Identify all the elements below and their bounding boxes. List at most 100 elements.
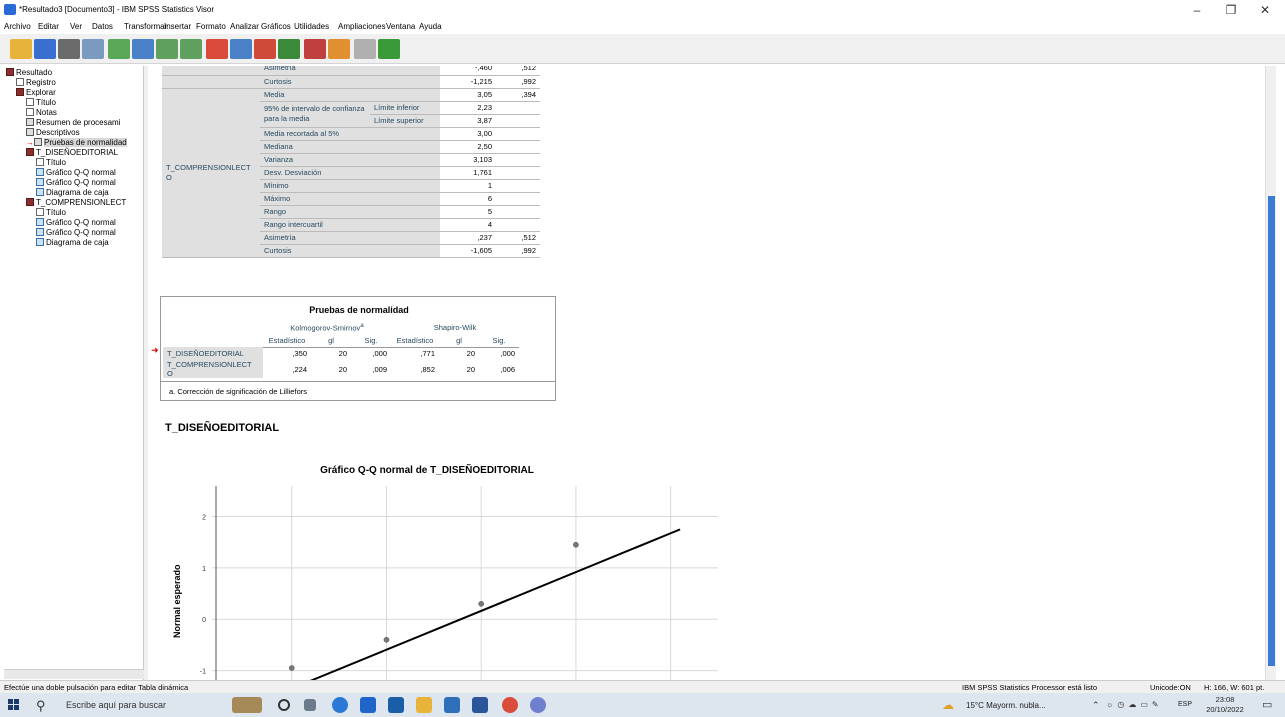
qq-point xyxy=(573,541,579,548)
std-error xyxy=(496,114,540,128)
output-navigator[interactable]: Resultado Registro Explorar Título Notas Resu… xyxy=(4,66,144,680)
qq-plot-chart[interactable]: Gráfico Q-Q normal de T_DISEÑOEDITORIAL 2… xyxy=(162,456,722,680)
tray-overflow-icon[interactable]: ⌃ xyxy=(1092,700,1100,711)
store-icon[interactable] xyxy=(388,697,404,713)
goto-variable-icon[interactable] xyxy=(254,39,276,59)
menu-2[interactable]: Ver xyxy=(70,22,82,31)
disabled-tool-icon[interactable] xyxy=(354,39,376,59)
std-error: ,992 xyxy=(496,75,540,89)
weather-text[interactable]: 15°C Mayorm. nubla... xyxy=(966,701,1046,710)
create-new-icon[interactable] xyxy=(378,39,400,59)
std-error xyxy=(496,179,540,193)
qq-point xyxy=(478,600,485,607)
menu-9[interactable]: Utilidades xyxy=(294,22,329,31)
file-explorer-icon[interactable] xyxy=(416,697,432,713)
taskbar-search-box[interactable]: Escribe aquí para buscar xyxy=(66,700,166,710)
nav-item-7[interactable]: → Pruebas de normalidad xyxy=(26,138,127,148)
chrome-icon[interactable] xyxy=(502,697,518,713)
system-tray-icons[interactable]: ☼◷☁▭✎ xyxy=(1106,700,1176,710)
scrollbar-thumb[interactable] xyxy=(1268,196,1275,666)
menu-12[interactable]: Ayuda xyxy=(419,22,442,31)
menu-bar: Archivo Editar Ver Datos Transformar Insertar… xyxy=(0,20,1285,34)
nav-item-17[interactable]: Diagrama de caja xyxy=(36,238,109,248)
menu-11[interactable]: Ventana xyxy=(386,22,415,31)
maximize-button[interactable]: ❐ xyxy=(1214,2,1248,18)
nav-item-5[interactable]: Resumen de procesami xyxy=(26,118,120,128)
test-value: 20 xyxy=(466,349,475,359)
recall-dialog-icon[interactable] xyxy=(132,39,154,59)
variables-icon[interactable] xyxy=(278,39,300,59)
nav-item-10[interactable]: Gráfico Q-Q normal xyxy=(36,168,116,178)
edge-browser-icon[interactable] xyxy=(332,697,348,713)
nav-item-label: Título xyxy=(36,98,57,107)
print-icon[interactable] xyxy=(58,39,80,59)
column-header: gl xyxy=(439,334,479,348)
nav-item-0[interactable]: Resultado xyxy=(6,68,52,78)
export-icon[interactable] xyxy=(108,39,130,59)
nav-item-4[interactable]: Notas xyxy=(26,108,57,118)
navigator-horizontal-scrollbar[interactable] xyxy=(4,669,144,679)
menu-8[interactable]: Gráficos xyxy=(261,22,291,31)
normality-tests-table[interactable]: Pruebas de normalidad Kolmogorov-Smirnov… xyxy=(160,296,556,401)
book-icon xyxy=(26,148,34,156)
clock-date[interactable]: 20/10/2022 xyxy=(1197,705,1253,714)
test-value: ,852 xyxy=(420,364,435,374)
menu-10[interactable]: Ampliaciones xyxy=(338,22,386,31)
nav-item-13[interactable]: T_COMPRENSIONLECT xyxy=(26,198,126,208)
nav-item-15[interactable]: Gráfico Q-Q normal xyxy=(36,218,116,228)
menu-0[interactable]: Archivo xyxy=(4,22,31,31)
nav-item-2[interactable]: Explorar xyxy=(16,88,56,98)
nav-item-1[interactable]: Registro xyxy=(16,78,56,88)
mail-icon[interactable] xyxy=(360,697,376,713)
stat-value: 2,50 xyxy=(440,140,496,154)
nav-item-12[interactable]: Diagrama de caja xyxy=(36,188,109,198)
column-header: Sig. xyxy=(351,334,391,348)
goto-case-icon[interactable] xyxy=(230,39,252,59)
nav-item-16[interactable]: Gráfico Q-Q normal xyxy=(36,228,116,238)
stat-label: Mediana xyxy=(260,140,440,154)
clock-time[interactable]: 23:08 xyxy=(1205,695,1245,704)
descriptives-table[interactable]: Asimetría -,460,512 Curtosis -1,215,992 T_CO… xyxy=(162,66,540,258)
output-content-pane[interactable]: Asimetría -,460,512 Curtosis -1,215,992 T_CO… xyxy=(148,66,1265,680)
photos-icon[interactable] xyxy=(444,697,460,713)
cortana-icon[interactable] xyxy=(278,699,290,711)
content-vertical-scrollbar[interactable] xyxy=(1265,66,1276,680)
menu-3[interactable]: Datos xyxy=(92,22,113,31)
print-preview-icon[interactable] xyxy=(82,39,104,59)
nav-item-3[interactable]: Título xyxy=(26,98,56,108)
close-button[interactable]: ✕ xyxy=(1248,2,1282,18)
task-view-icon[interactable] xyxy=(304,699,316,711)
menu-4[interactable]: Transformar xyxy=(124,22,167,31)
nav-item-6[interactable]: Descriptivos xyxy=(26,128,80,138)
save-icon[interactable] xyxy=(34,39,56,59)
minimize-button[interactable]: – xyxy=(1180,2,1214,18)
designate-window-icon[interactable] xyxy=(304,39,326,59)
nav-item-11[interactable]: Gráfico Q-Q normal xyxy=(36,178,116,188)
run-script-icon[interactable] xyxy=(328,39,350,59)
language-indicator[interactable]: ESP xyxy=(1178,701,1192,708)
nav-item-label: Título xyxy=(46,208,67,217)
undo-icon[interactable] xyxy=(156,39,178,59)
reference-line xyxy=(309,528,681,680)
title-icon xyxy=(26,98,34,106)
spss-taskbar-icon[interactable] xyxy=(530,697,546,713)
redo-icon[interactable] xyxy=(180,39,202,59)
windows-start-icon[interactable] xyxy=(8,699,20,711)
menu-7[interactable]: Analizar xyxy=(230,22,259,31)
menu-6[interactable]: Formato xyxy=(196,22,226,31)
nav-item-14[interactable]: Título xyxy=(36,208,66,218)
nav-item-9[interactable]: Título xyxy=(36,158,66,168)
notifications-icon[interactable]: ▭ xyxy=(1262,698,1272,711)
unicode-status: Unicode:ON xyxy=(1150,683,1191,692)
word-icon[interactable] xyxy=(472,697,488,713)
menu-1[interactable]: Editar xyxy=(38,22,59,31)
nav-item-8[interactable]: T_DISEÑOEDITORIAL xyxy=(26,148,118,158)
open-icon[interactable] xyxy=(10,39,32,59)
sw-header: Shapiro-Wilk xyxy=(433,323,477,332)
test-value: ,771 xyxy=(420,349,435,359)
menu-5[interactable]: Insertar xyxy=(164,22,191,31)
stat-sublabel: Límite inferior xyxy=(370,101,440,115)
goto-data-icon[interactable] xyxy=(206,39,228,59)
log-icon xyxy=(16,78,24,86)
news-widget-icon[interactable] xyxy=(232,697,262,713)
